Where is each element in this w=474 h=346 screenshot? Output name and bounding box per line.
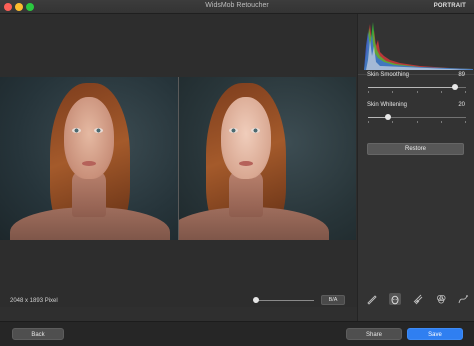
face-tool-button[interactable]: [389, 293, 401, 305]
face: [221, 97, 271, 179]
share-button[interactable]: Share: [346, 328, 402, 340]
left-eye: [229, 128, 238, 133]
before-after-toggle[interactable]: B/A: [321, 295, 345, 305]
mode-label[interactable]: PORTRAIT: [434, 3, 466, 9]
face-icon: [391, 295, 399, 305]
skin-whitening-value: 20: [458, 102, 465, 108]
after-photo[interactable]: [179, 77, 356, 240]
histogram: [360, 16, 473, 70]
save-button[interactable]: Save: [407, 328, 463, 340]
curve-icon[interactable]: [457, 293, 469, 305]
skin-whitening-slider[interactable]: [368, 114, 466, 120]
back-button[interactable]: Back: [12, 328, 64, 340]
lips: [82, 161, 96, 166]
brush-icon[interactable]: [366, 293, 378, 305]
retoucher-window: WidsMob Retoucher PORTRAIT 2048 x 1893 P…: [0, 0, 474, 346]
skin-whitening-ticks: [368, 121, 466, 123]
right-eye: [251, 128, 260, 133]
window-title: WidsMob Retoucher: [205, 2, 269, 9]
image-size-info: 2048 x 1893 Pixel: [10, 298, 58, 304]
title-bar: WidsMob Retoucher PORTRAIT: [0, 0, 474, 14]
preview-canvas: [0, 14, 357, 307]
skin-whitening-label: Skin Whitening: [367, 102, 408, 108]
skin-smoothing-label: Skin Smoothing: [367, 72, 410, 78]
lips: [239, 161, 253, 166]
zoom-slider-knob[interactable]: [253, 297, 259, 303]
face: [64, 97, 114, 179]
right-eye: [94, 128, 103, 133]
skin-smoothing-fill: [368, 87, 455, 88]
before-photo[interactable]: [0, 77, 179, 240]
zoom-slider-track[interactable]: [256, 300, 314, 301]
skin-smoothing-knob[interactable]: [452, 84, 458, 90]
left-eye: [72, 128, 81, 133]
skin-smoothing-ticks: [368, 91, 466, 93]
skin-whitening-knob[interactable]: [385, 114, 391, 120]
color-mix-icon[interactable]: [435, 293, 447, 305]
skin-smoothing-value: 89: [458, 72, 465, 78]
adjustment-panel: Skin Smoothing 89 Skin Whitening 20 Rest…: [357, 14, 474, 321]
restore-button[interactable]: Restore: [367, 143, 464, 155]
skin-smoothing-slider[interactable]: [368, 84, 466, 90]
bottom-toolbar: Back Share Save: [0, 321, 474, 346]
comb-icon[interactable]: [412, 293, 424, 305]
